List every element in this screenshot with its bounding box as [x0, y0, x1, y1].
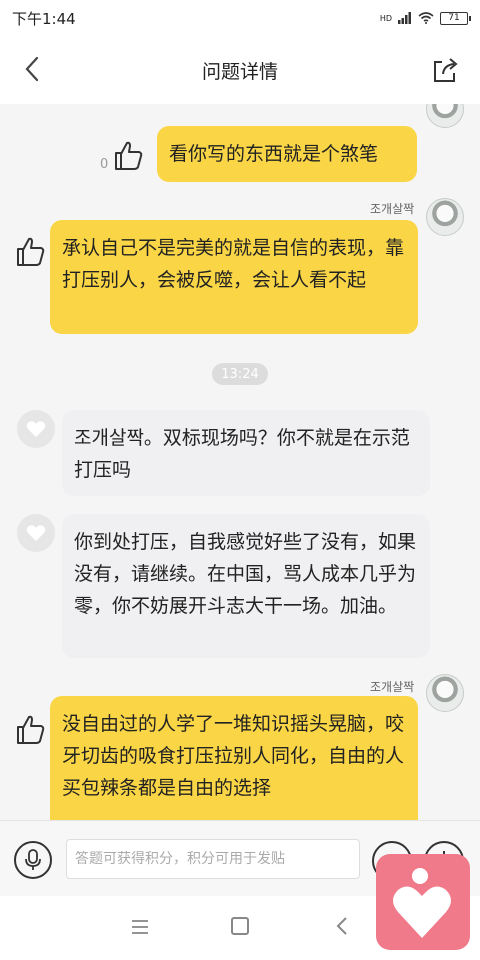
avatar[interactable] — [426, 104, 464, 128]
time-divider: 13:24 — [212, 363, 268, 385]
message-bubble[interactable]: 没自由过的人学了一堆知识摇头晃脑，咬牙切齿的吸食打压拉别人同化，自由的人买包辣条… — [50, 696, 418, 820]
header-bar: 问题详情 — [0, 36, 480, 104]
author-name: 조개살짝 — [370, 680, 415, 694]
network-label: HD — [379, 13, 392, 23]
home-icon[interactable] — [231, 917, 249, 935]
default-avatar-icon[interactable] — [17, 410, 55, 448]
message-text: 你到处打压，自我感觉好些了没有，如果没有，请继续。在中国，骂人成本几乎为零，你不… — [74, 531, 417, 617]
nav-back-icon[interactable] — [332, 914, 352, 938]
message-bubble[interactable]: 看你写的东西就是个煞笔 — [157, 126, 417, 182]
default-avatar-icon[interactable] — [17, 514, 55, 552]
wifi-icon — [418, 12, 434, 24]
answer-input-placeholder: 答题可获得积分，积分可用于发贴 — [75, 851, 285, 867]
back-icon[interactable] — [18, 54, 48, 84]
menu-icon[interactable] — [130, 918, 150, 936]
page-title: 问题详情 — [201, 60, 278, 83]
message-text: 承认自己不是完美的就是自信的表现，靠打压别人，会被反噬，会让人看不起 — [62, 237, 405, 291]
voice-button[interactable] — [14, 841, 52, 879]
floating-app-icon[interactable] — [376, 854, 470, 950]
status-time: 下午1:44 — [12, 9, 76, 28]
like-count: 0 — [100, 157, 109, 172]
message-bubble[interactable]: 承认自己不是完美的就是自信的表现，靠打压别人，会被反噬，会让人看不起 — [50, 220, 418, 334]
message-text: 조개살짝。双标现场吗？你不就是在示范打压吗 — [74, 427, 410, 481]
avatar[interactable] — [426, 674, 464, 712]
answer-input[interactable]: 答题可获得积分，积分可用于发贴 — [66, 839, 360, 879]
avatar[interactable] — [426, 198, 464, 236]
share-icon[interactable] — [432, 56, 460, 84]
message-text: 没自由过的人学了一堆知识摇头晃脑，咬牙切齿的吸食打压拉别人同化，自由的人买包辣条… — [62, 713, 405, 799]
battery-level: 71 — [448, 13, 460, 23]
status-bar: 下午1:44 HD 71 — [0, 0, 480, 36]
message-bubble[interactable]: 你到处打压，自我感觉好些了没有，如果没有，请继续。在中国，骂人成本几乎为零，你不… — [62, 514, 430, 658]
message-text: 看你写的东西就是个煞笔 — [169, 143, 379, 165]
microphone-icon — [25, 849, 41, 870]
signal-icon — [398, 12, 411, 24]
chat-area[interactable]: 0 看你写的东西就是个煞笔 조개살짝 承认自己不是完美的就是自信的表现，靠打压别… — [0, 104, 480, 820]
message-bubble[interactable]: 조개살짝。双标现场吗？你不就是在示范打压吗 — [62, 410, 430, 496]
status-icons: HD 71 — [379, 11, 471, 25]
author-name: 조개살짝 — [370, 202, 415, 216]
thumbs-up-icon[interactable] — [12, 712, 48, 748]
thumbs-up-icon[interactable] — [12, 234, 48, 270]
heart-person-icon — [393, 868, 451, 938]
thumbs-up-icon[interactable] — [110, 138, 146, 174]
battery-icon: 71 — [440, 11, 471, 25]
